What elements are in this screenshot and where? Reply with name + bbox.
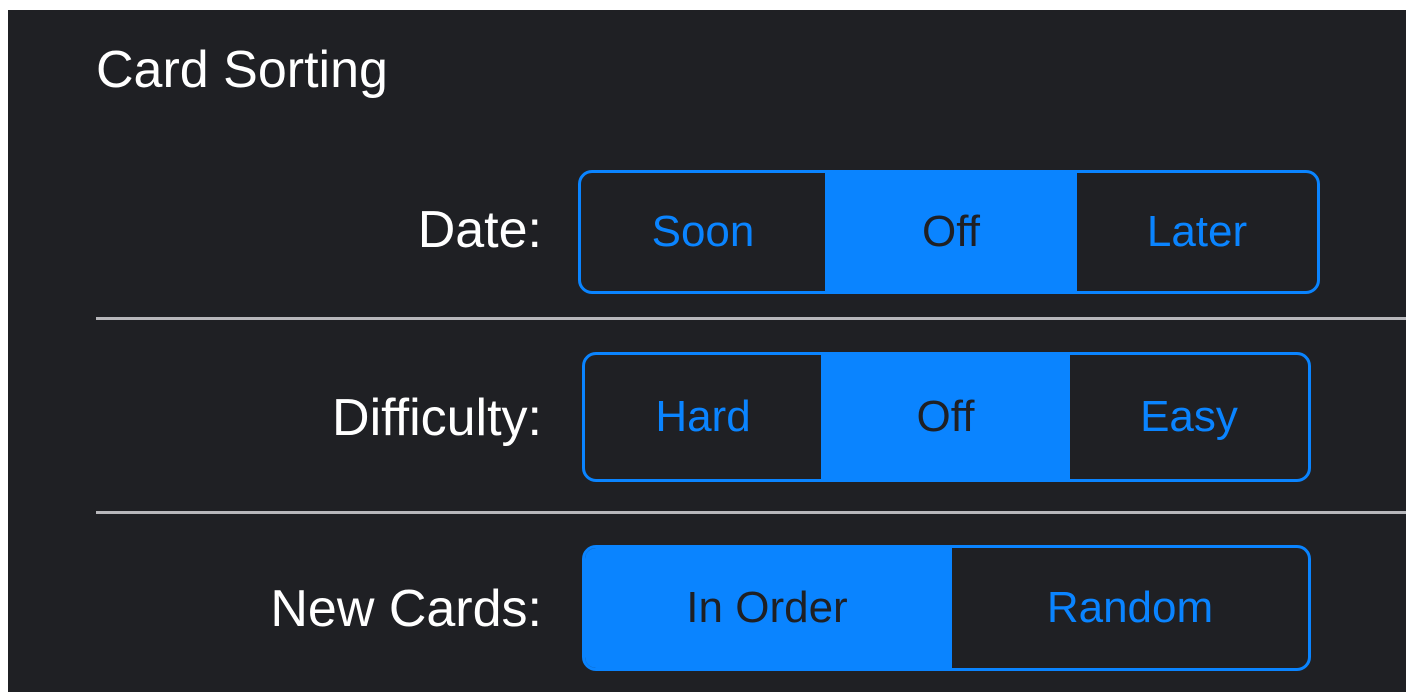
new-cards-row: New Cards: In Order Random — [8, 545, 1406, 671]
difficulty-label: Difficulty: — [332, 389, 542, 447]
date-segment-off[interactable]: Off — [825, 173, 1077, 291]
new-cards-label: New Cards: — [270, 580, 542, 638]
date-segment-later[interactable]: Later — [1077, 173, 1317, 291]
date-segment-soon[interactable]: Soon — [581, 173, 825, 291]
divider-1 — [96, 317, 1406, 320]
difficulty-segment-easy[interactable]: Easy — [1070, 355, 1308, 479]
new-cards-segmented-control[interactable]: In Order Random — [582, 545, 1311, 671]
date-row: Date: Soon Off Later — [8, 170, 1406, 294]
new-cards-segment-random[interactable]: Random — [949, 548, 1308, 668]
section-title: Card Sorting — [96, 41, 388, 99]
difficulty-row: Difficulty: Hard Off Easy — [8, 352, 1406, 482]
difficulty-segmented-control[interactable]: Hard Off Easy — [582, 352, 1311, 482]
difficulty-segment-off[interactable]: Off — [821, 355, 1070, 479]
date-label: Date: — [417, 201, 542, 259]
card-sorting-panel: Card Sorting Date: Soon Off Later Diffic… — [8, 10, 1406, 692]
date-segmented-control[interactable]: Soon Off Later — [578, 170, 1320, 294]
difficulty-segment-hard[interactable]: Hard — [585, 355, 821, 479]
new-cards-segment-in-order[interactable]: In Order — [585, 548, 949, 668]
divider-2 — [96, 511, 1406, 514]
